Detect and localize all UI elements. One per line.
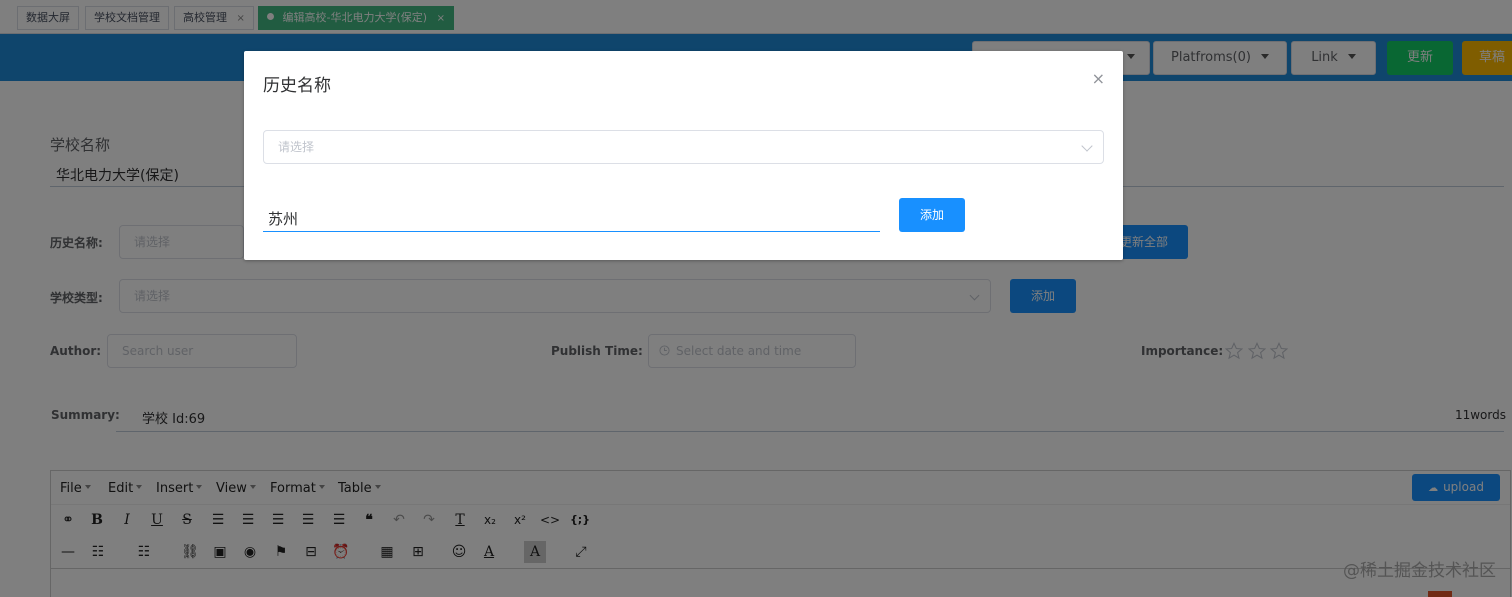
- dialog-name-input[interactable]: 苏州: [263, 207, 880, 232]
- dialog-history-select[interactable]: 请选择: [263, 130, 1104, 164]
- history-name-dialog: 历史名称 × 请选择 苏州 添加: [244, 51, 1123, 260]
- chevron-down-icon: [1081, 140, 1093, 152]
- dialog-add-button[interactable]: 添加: [899, 198, 965, 232]
- dialog-select-placeholder: 请选择: [278, 140, 315, 154]
- close-icon[interactable]: ×: [1092, 69, 1105, 88]
- dialog-input-value: 苏州: [268, 210, 299, 228]
- dialog-title: 历史名称: [263, 76, 331, 96]
- dialog-add-label: 添加: [919, 208, 944, 222]
